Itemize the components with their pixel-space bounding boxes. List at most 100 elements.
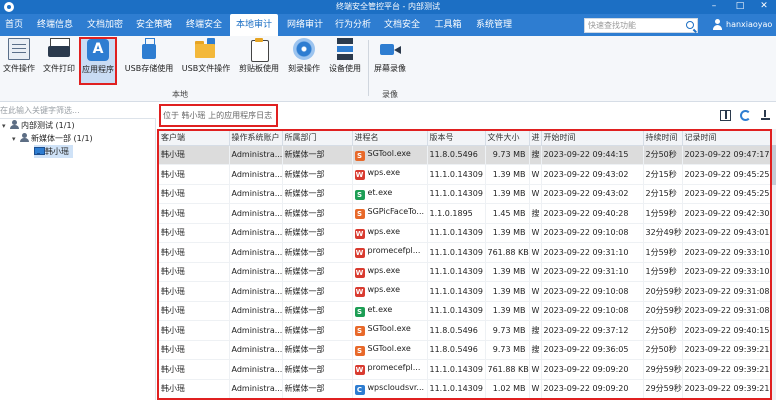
table-row[interactable]: 韩小瑶 Administra... 新媒体一部 Wpromecefpl... 11.1.… — [159, 242, 770, 263]
process-name: SGTool.exe — [367, 324, 411, 334]
cell-start: 2023-09-22 09:36:05 — [541, 340, 644, 360]
cell-record: 2023-09-22 09:39:21 — [682, 340, 770, 360]
tab-doc-encrypt[interactable]: 文档加密 — [82, 14, 128, 36]
cell-duration: 2分15秒 — [643, 164, 683, 185]
column-header[interactable]: 记录时间 — [682, 131, 770, 146]
cell-flag: 搜 — [529, 320, 542, 341]
cell-duration: 2分50秒 — [643, 340, 683, 360]
vertical-scrollbar[interactable] — [772, 129, 776, 400]
tab-doc-security[interactable]: 文档安全 — [378, 14, 426, 36]
file-operation-button[interactable]: 文件操作 — [0, 38, 38, 82]
function-search-input[interactable]: 快速查找功能 — [584, 18, 698, 33]
cell-account: Administra... — [229, 242, 283, 263]
cell-record: 2023-09-22 09:43:01 — [682, 223, 770, 243]
export-icon[interactable] — [760, 110, 771, 121]
tree-node-dept[interactable]: ▾ 新媒体一部 (1/1) — [12, 132, 93, 145]
cell-flag: 搜 — [529, 203, 542, 224]
tab-local-audit[interactable]: 本地审计 — [230, 14, 278, 36]
column-header[interactable]: 所属部门 — [282, 131, 353, 146]
cell-record: 2023-09-22 09:47:17 — [682, 145, 770, 165]
column-header[interactable]: 文件大小 — [485, 131, 530, 146]
cell-start: 2023-09-22 09:43:02 — [541, 164, 644, 185]
table-row[interactable]: 韩小瑶Administra...新媒体一部SSGTool.exe11.8.0.5… — [159, 320, 770, 341]
tab-system-admin[interactable]: 系统管理 — [470, 14, 518, 36]
panel-toggle-icon[interactable] — [720, 110, 731, 121]
cell-process: SSGTool.exe — [352, 320, 428, 341]
cell-dept: 新媒体一部 — [282, 145, 353, 165]
table-row[interactable]: 韩小瑶 Administra... 新媒体一部 Set.exe 11.1.0.14309… — [159, 301, 770, 321]
chevron-down-icon[interactable]: ▾ — [12, 133, 20, 146]
clipboard-button[interactable]: 剪贴板使用 — [236, 38, 282, 82]
tree-node-root-label: 内部测试 (1/1) — [21, 121, 75, 130]
table-row[interactable]: 韩小瑶 Administra... 新媒体一部 S SGPicFaceTo... 1.1.… — [159, 203, 770, 224]
table-row[interactable]: 韩小瑶Administra...新媒体一部SSGTool.exe11.8.0.5… — [159, 340, 770, 360]
close-icon[interactable]: ✕ — [750, 0, 776, 14]
cell-client: 韩小瑶 — [159, 223, 230, 243]
table-row[interactable]: 韩小瑶 Administra... 新媒体一部 Cwpscloudsvr... 11.1… — [159, 379, 770, 398]
refresh-icon[interactable] — [740, 110, 751, 121]
cell-client: 韩小瑶 — [159, 320, 230, 341]
tree-node-root[interactable]: ▾ 内部测试 (1/1) — [2, 119, 75, 132]
cell-version: 1.1.0.1895 — [427, 203, 486, 224]
tree-node-user[interactable]: 韩小瑶 — [34, 145, 73, 158]
username-label[interactable]: hanxiaoyao — [726, 14, 772, 36]
cell-size: 1.39 MB — [485, 223, 530, 243]
column-header[interactable]: 进 — [529, 131, 542, 146]
cell-version: 11.1.0.14309 — [427, 359, 486, 380]
screen-record-button[interactable]: 屏幕录像 — [370, 38, 410, 82]
tab-behavior-analysis[interactable]: 行为分析 — [332, 14, 374, 36]
cell-size: 1.02 MB — [485, 379, 530, 398]
cell-client: 韩小瑶 — [159, 379, 230, 398]
column-header[interactable]: 开始时间 — [541, 131, 644, 146]
tab-toolbox[interactable]: 工具箱 — [428, 14, 468, 36]
tab-network-audit[interactable]: 网络审计 — [280, 14, 330, 36]
process-name: SGTool.exe — [367, 148, 411, 158]
computer-icon — [34, 146, 45, 155]
tab-security-policy[interactable]: 安全策略 — [130, 14, 178, 36]
tree-filter-input[interactable]: 在此输入关键字筛选... — [0, 103, 156, 119]
scrollbar-thumb[interactable] — [772, 145, 776, 185]
device-usage-button[interactable]: 设备使用 — [325, 38, 365, 82]
column-header[interactable]: 客户端 — [159, 131, 230, 146]
table-row[interactable]: 韩小瑶 Administra... 新媒体一部 Wpromecefpl... 11.1.… — [159, 359, 770, 380]
file-print-button[interactable]: 文件打印 — [40, 38, 78, 82]
table-row[interactable]: 韩小瑶 Administra... 新媒体一部 Set.exe 11.1.0.14309… — [159, 184, 770, 204]
search-icon[interactable] — [686, 21, 694, 29]
tab-home[interactable]: 首页 — [0, 14, 28, 36]
cell-version: 11.1.0.14309 — [427, 281, 486, 302]
cell-client: 韩小瑶 — [159, 203, 230, 224]
column-header[interactable]: 进程名 — [352, 131, 428, 146]
minimize-icon[interactable]: – — [700, 0, 728, 14]
log-filter-label[interactable]: 位于 韩小瑶 上的应用程序日志 — [159, 104, 278, 127]
column-header[interactable]: 操作系统账户 — [229, 131, 283, 146]
table-row[interactable]: 韩小瑶 Administra... 新媒体一部 Wwps.exe 11.1.0.1430… — [159, 262, 770, 282]
cell-dept: 新媒体一部 — [282, 320, 353, 341]
table-row[interactable]: 韩小瑶 Administra... 新媒体一部 Wwps.exe 11.1.0.1430… — [159, 281, 770, 302]
column-header[interactable]: 持续时间 — [643, 131, 683, 146]
cell-account: Administra... — [229, 359, 283, 380]
chevron-down-icon[interactable]: ▾ — [2, 120, 10, 133]
clipboard-label: 剪贴板使用 — [239, 64, 279, 73]
user-avatar-icon[interactable] — [712, 19, 723, 30]
usb-storage-button[interactable]: USB存储使用 — [122, 38, 176, 82]
application-button[interactable]: 应用程序 — [79, 37, 117, 85]
process-name: wps.exe — [367, 285, 401, 295]
cell-duration: 2分50秒 — [643, 320, 683, 341]
column-header[interactable]: 版本号 — [427, 131, 486, 146]
cell-version: 11.1.0.14309 — [427, 301, 486, 321]
burn-operation-button[interactable]: 刻录操作 — [284, 38, 324, 82]
table-row[interactable]: 韩小瑶Administra...新媒体一部SSGTool.exe11.8.0.5… — [159, 145, 770, 165]
tab-terminal-info[interactable]: 终端信息 — [30, 14, 80, 36]
cell-size: 9.73 MB — [485, 145, 530, 165]
table-header-row: 客户端 操作系统账户 所属部门 进程名 版本号 文件大小进开始时间 持续时间 记录时间 — [159, 131, 770, 146]
cell-record: 2023-09-22 09:31:08 — [682, 281, 770, 302]
cell-account: Administra... — [229, 379, 283, 398]
cell-process: Wwps.exe — [352, 164, 428, 185]
tab-terminal-security[interactable]: 终端安全 — [180, 14, 228, 36]
table-row[interactable]: 韩小瑶 Administra... 新媒体一部 Wwps.exe 11.1.0.1430… — [159, 223, 770, 243]
table-row[interactable]: 韩小瑶 Administra... 新媒体一部 Wwps.exe 11.1.0.1430… — [159, 164, 770, 185]
cell-flag: W — [529, 184, 542, 204]
group-icon — [20, 133, 29, 142]
usb-file-button[interactable]: USB文件操作 — [179, 38, 233, 82]
usb-icon — [138, 38, 160, 60]
